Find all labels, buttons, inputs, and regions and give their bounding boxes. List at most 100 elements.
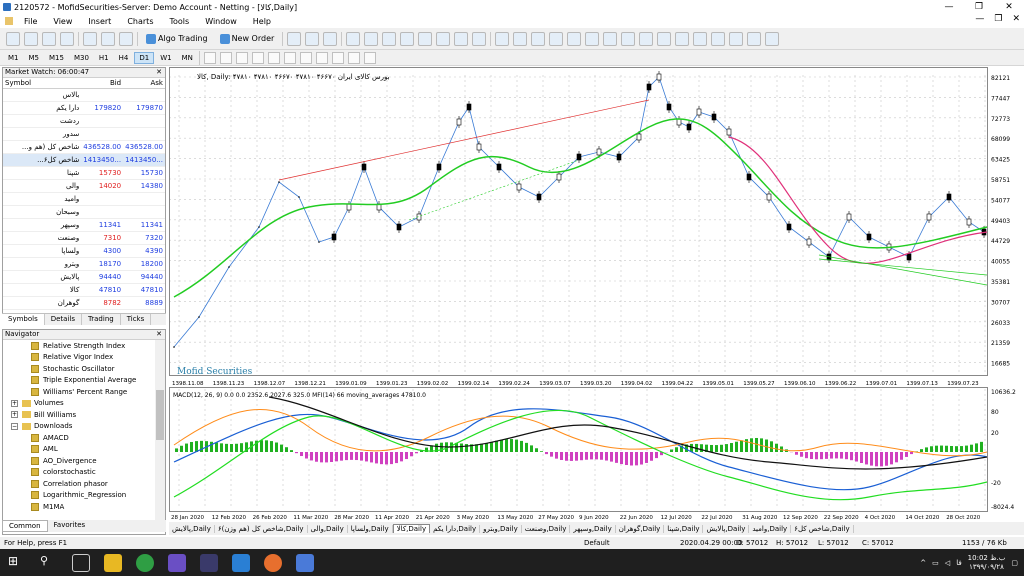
terminal-icon[interactable]	[101, 31, 115, 46]
table-row[interactable]: وبترو 18170 18200	[3, 257, 165, 271]
menu-charts[interactable]: Charts	[119, 17, 161, 26]
screenshot-icon[interactable]	[711, 31, 726, 46]
navigator-item[interactable]: Correlation phasor	[3, 478, 165, 490]
bar-chart-icon[interactable]	[287, 31, 302, 46]
navigator-icon[interactable]	[83, 31, 97, 46]
chrome-icon[interactable]	[136, 553, 154, 572]
chart-tab[interactable]: پالايش,Daily	[703, 524, 750, 533]
ideas-icon[interactable]	[495, 31, 510, 46]
network-icon[interactable]: ▭	[932, 559, 939, 567]
tab-trading[interactable]: Trading	[82, 314, 121, 325]
chart-tab[interactable]: ولساپا,Daily	[348, 524, 393, 533]
vscode-icon[interactable]	[232, 553, 250, 572]
table-row[interactable]: وسبحان	[3, 205, 165, 219]
new-chart-icon[interactable]	[6, 31, 20, 46]
tf-m1[interactable]: M1	[4, 53, 23, 63]
expert-icon[interactable]	[585, 31, 600, 46]
navigator-item[interactable]: − Downloads	[3, 421, 165, 433]
navigator-item[interactable]: Relative Strength Index	[3, 340, 165, 352]
navigator-item[interactable]: AMACD	[3, 432, 165, 444]
text-icon[interactable]	[315, 51, 328, 64]
chart-tab[interactable]: شاخص کل۶,Daily	[791, 524, 854, 533]
chart-shift-icon[interactable]	[418, 31, 433, 46]
fibonacci-icon[interactable]	[299, 51, 312, 64]
search-icon[interactable]	[747, 31, 762, 46]
shapes-icon[interactable]	[363, 51, 376, 64]
maximize-button[interactable]: ❐	[964, 0, 994, 14]
table-row[interactable]: پالايش 94440 94440	[3, 270, 165, 284]
chart-tab[interactable]: شاخص کل (هم وزن)۶,Daily	[215, 524, 308, 533]
chart-tab[interactable]: وسپهر,Daily	[570, 524, 616, 533]
navigator-item[interactable]: Relative Vigor Index	[3, 352, 165, 364]
navigator-item[interactable]: + Volumes	[3, 398, 165, 410]
tab-common[interactable]: Common	[2, 520, 48, 532]
table-row[interactable]: شاخص کل (هم و... 436528.00 436528.00	[3, 140, 165, 154]
table-row[interactable]: ولساپا 4300 4390	[3, 244, 165, 258]
table-row[interactable]: گوهران 8782 8889	[3, 296, 165, 310]
mdi-close-button[interactable]: ✕	[1012, 14, 1020, 24]
tab-symbols[interactable]: Symbols	[2, 314, 45, 325]
expand-icon[interactable]: +	[11, 411, 18, 419]
navigator-item[interactable]: Williams' Percent Range	[3, 386, 165, 398]
close-icon[interactable]: ✕	[156, 68, 162, 76]
algo-trading-button[interactable]: Algo Trading	[142, 33, 212, 44]
price-chart[interactable]: کالا, Daily: ۴۷۸۱۰ ۴۷۸۱۰ ۴۶۶۷۰ ۴۷۸۱۰ ۴۶۶…	[169, 67, 1024, 522]
trendline-icon[interactable]	[267, 51, 280, 64]
firefox-icon[interactable]	[264, 553, 282, 572]
navigator-item[interactable]: Logarithmic_Regression	[3, 490, 165, 502]
chart-tab[interactable]: واميد,Daily	[749, 524, 792, 533]
app-icon[interactable]	[200, 553, 218, 572]
table-row[interactable]: بالاس	[3, 88, 165, 102]
vertical-line-icon[interactable]	[235, 51, 248, 64]
chart-tab[interactable]: شپنا,Daily	[664, 524, 704, 533]
tf-h4[interactable]: H4	[115, 53, 133, 63]
menu-insert[interactable]: Insert	[80, 17, 119, 26]
vps-icon[interactable]	[549, 31, 564, 46]
tf-w1[interactable]: W1	[156, 53, 175, 63]
label-icon[interactable]	[331, 51, 344, 64]
chart-tab[interactable]: پالايش,Daily	[169, 524, 215, 533]
mdi-minimize-button[interactable]: —	[975, 14, 984, 24]
task-view-icon[interactable]	[72, 553, 90, 572]
tray-chevron-icon[interactable]: ^	[920, 559, 926, 567]
horizontal-line-icon[interactable]	[251, 51, 264, 64]
menu-view[interactable]: View	[45, 17, 80, 26]
quotes-icon[interactable]	[729, 31, 744, 46]
tf-m5[interactable]: M5	[25, 53, 44, 63]
notification-icon[interactable]: ▢	[1011, 559, 1018, 567]
periods-icon[interactable]	[454, 31, 469, 46]
mdi-restore-button[interactable]: ❐	[994, 14, 1002, 24]
candlestick-icon[interactable]	[305, 31, 320, 46]
print-icon[interactable]	[693, 31, 708, 46]
table-row[interactable]: والی 14020 14380	[3, 179, 165, 193]
menu-help[interactable]: Help	[245, 17, 279, 26]
chart-tab[interactable]: والی,Daily	[308, 524, 348, 533]
file-explorer-icon[interactable]	[104, 553, 122, 572]
zoom-out-icon[interactable]	[364, 31, 379, 46]
chart-tab[interactable]: گوهران,Daily	[616, 524, 665, 533]
market-watch-icon[interactable]	[42, 31, 56, 46]
chart-tab[interactable]: وبترو,Daily	[480, 524, 522, 533]
options-icon[interactable]	[675, 31, 690, 46]
chart-tab[interactable]: وصنعت,Daily	[522, 524, 571, 533]
table-row[interactable]: دارا يکم 179820 179870	[3, 101, 165, 115]
search-icon[interactable]: ⚲	[40, 554, 58, 572]
auto-scroll-icon[interactable]	[400, 31, 415, 46]
trade-icon[interactable]	[603, 31, 618, 46]
mail-icon[interactable]	[639, 31, 654, 46]
zoom-in-icon[interactable]	[346, 31, 361, 46]
tile-windows-icon[interactable]	[382, 31, 397, 46]
crosshair-icon[interactable]	[219, 51, 232, 64]
navigator-item[interactable]: AO_Divergence	[3, 455, 165, 467]
table-row[interactable]: واميد	[3, 192, 165, 206]
menu-window[interactable]: Window	[197, 17, 245, 26]
cursor-icon[interactable]	[203, 51, 216, 64]
minimize-button[interactable]: —	[934, 0, 964, 14]
table-row[interactable]: شاخص کل۶... 1413450... 1413450...	[3, 153, 165, 167]
tab-details[interactable]: Details	[45, 314, 83, 325]
tf-mn[interactable]: MN	[178, 53, 197, 63]
channel-icon[interactable]	[283, 51, 296, 64]
scroll-thumb[interactable]	[156, 390, 164, 440]
navigator-item[interactable]: Triple Exponential Average	[3, 375, 165, 387]
tab-favorites[interactable]: Favorites	[48, 520, 92, 532]
